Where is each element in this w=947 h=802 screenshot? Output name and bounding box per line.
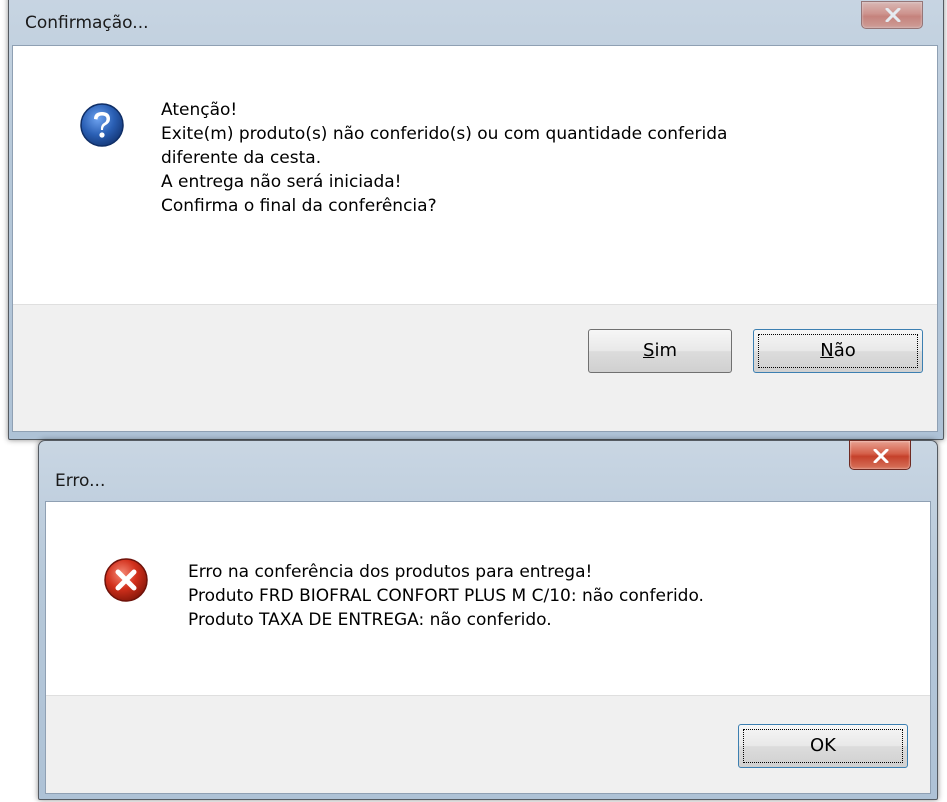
no-button-mnemonic: N xyxy=(820,340,834,361)
error-title-bar[interactable]: Erro... xyxy=(39,440,937,501)
error-dialog: Erro... Erro na conferência dos produtos… xyxy=(38,440,938,800)
close-icon xyxy=(885,8,901,22)
question-icon xyxy=(80,103,124,147)
confirm-button-bar: Sim Não xyxy=(13,304,937,431)
confirm-title-bar[interactable]: Confirmação... xyxy=(9,0,943,41)
confirm-dialog-body: Atenção! Exite(m) produto(s) não conferi… xyxy=(12,45,938,432)
confirm-message-line: A entrega não será iniciada! xyxy=(161,172,402,192)
no-button[interactable]: Não xyxy=(753,329,923,373)
error-message-line: Produto FRD BIOFRAL CONFORT PLUS M C/10:… xyxy=(188,586,704,606)
confirm-message-line: Confirma o final da conferência? xyxy=(161,196,437,216)
error-message-area: Erro na conferência dos produtos para en… xyxy=(46,502,930,698)
error-message-line: Erro na conferência dos produtos para en… xyxy=(188,562,593,582)
error-dialog-title: Erro... xyxy=(55,471,106,491)
confirm-message: Atenção! Exite(m) produto(s) não conferi… xyxy=(161,98,727,218)
confirm-message-area: Atenção! Exite(m) produto(s) não conferi… xyxy=(13,46,937,307)
error-close-button[interactable] xyxy=(849,440,911,470)
error-message: Erro na conferência dos produtos para en… xyxy=(188,560,704,632)
ok-button[interactable]: OK xyxy=(738,724,908,768)
confirm-dialog: Confirmação... Atenção! Exite(m) produto… xyxy=(8,0,944,440)
yes-button-mnemonic: S xyxy=(643,340,655,361)
confirm-message-line: Exite(m) produto(s) não conferido(s) ou … xyxy=(161,124,728,144)
no-button-label: ão xyxy=(833,340,856,361)
error-message-line: Produto TAXA DE ENTREGA: não conferido. xyxy=(188,610,552,630)
error-button-bar: OK xyxy=(46,695,930,793)
yes-button-label: im xyxy=(654,340,677,361)
confirm-close-button[interactable] xyxy=(861,1,923,29)
yes-button[interactable]: Sim xyxy=(588,329,732,373)
confirm-message-line: Atenção! xyxy=(161,100,238,120)
confirm-dialog-title: Confirmação... xyxy=(25,13,149,33)
error-icon xyxy=(104,558,148,602)
confirm-message-line: diferente da cesta. xyxy=(161,148,322,168)
close-icon xyxy=(873,449,889,463)
error-dialog-body: Erro na conferência dos produtos para en… xyxy=(45,501,931,794)
